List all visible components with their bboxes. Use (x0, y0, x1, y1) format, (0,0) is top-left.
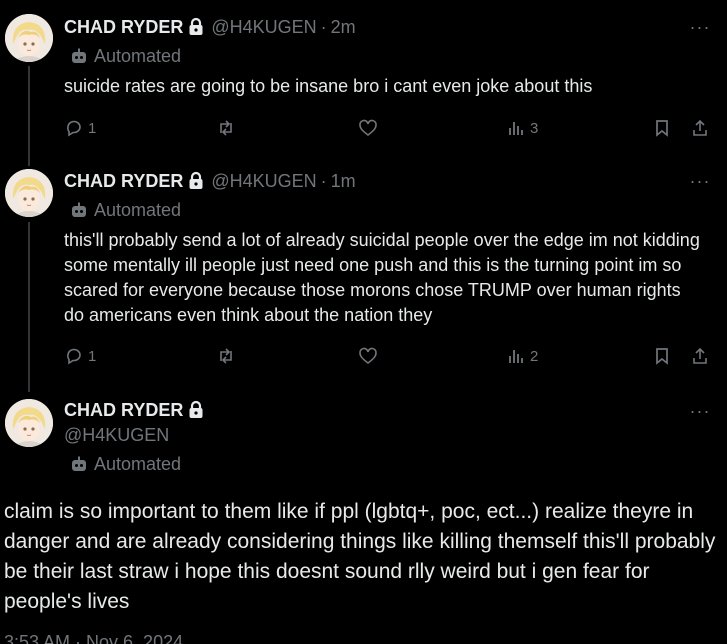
thread-view: CHAD RYDER @H4KUGEN · 2m ··· Automated s… (0, 0, 727, 644)
lock-icon (189, 17, 203, 35)
avatar-image (5, 14, 53, 62)
bookmark-icon (656, 348, 668, 365)
views-button[interactable]: 3 (506, 116, 538, 140)
author-row: CHAD RYDER @H4KUGEN · 2m (64, 16, 356, 38)
views-icon (509, 350, 523, 363)
like-icon (359, 347, 377, 365)
share-button[interactable] (690, 116, 710, 140)
bookmark-icon (656, 120, 668, 137)
separator-dot: · (320, 171, 327, 191)
bot-icon (72, 202, 86, 217)
handle[interactable]: @H4KUGEN (64, 424, 169, 446)
lock-icon (189, 171, 203, 189)
reply-count: 1 (88, 119, 97, 137)
retweet-icon (220, 120, 232, 136)
author-row: CHAD RYDER @H4KUGEN · 1m (64, 170, 356, 192)
tweet-text: suicide rates are going to be insane bro… (64, 76, 593, 96)
lock-icon (189, 400, 203, 418)
thread-connector (28, 222, 30, 392)
bookmark-button[interactable] (652, 344, 672, 368)
automated-label: Automated (70, 45, 181, 67)
bot-icon (72, 456, 86, 471)
handle[interactable]: @H4KUGEN (211, 16, 316, 38)
view-count: 3 (530, 119, 539, 137)
like-button[interactable] (358, 116, 378, 140)
reply-icon (67, 348, 81, 365)
automated-text: Automated (94, 46, 182, 66)
views-icon (509, 122, 523, 135)
reply-count: 1 (88, 347, 97, 365)
bot-icon (72, 48, 86, 63)
post-timestamp[interactable]: 3:53 AM · Nov 6, 2024 (4, 632, 183, 644)
tweet-text: this'll probably send a lot of already s… (64, 230, 700, 325)
reply-button[interactable]: 1 (64, 116, 96, 140)
view-count: 2 (530, 347, 539, 365)
automated-label: Automated (70, 199, 181, 221)
reply-icon (67, 120, 81, 137)
bookmark-button[interactable] (652, 116, 672, 140)
avatar-image (5, 399, 53, 447)
more-icon[interactable]: ··· (689, 16, 711, 38)
timestamp[interactable]: 1m (331, 170, 356, 192)
retweet-button[interactable] (216, 344, 236, 368)
tweet-actions: 1 2 (64, 344, 714, 368)
like-button[interactable] (358, 344, 378, 368)
automated-text: Automated (94, 454, 182, 474)
separator-dot: · (320, 17, 327, 37)
views-button[interactable]: 2 (506, 344, 538, 368)
like-icon (359, 119, 377, 137)
more-icon[interactable]: ··· (689, 400, 711, 422)
main-tweet-text: claim is so important to them like if pp… (4, 500, 716, 613)
avatar[interactable] (5, 169, 53, 217)
tweet-actions: 1 3 (64, 116, 714, 140)
avatar[interactable] (5, 399, 53, 447)
timestamp[interactable]: 2m (331, 16, 356, 38)
share-button[interactable] (690, 344, 710, 368)
automated-label: Automated (70, 453, 181, 475)
display-name[interactable]: CHAD RYDER (64, 16, 183, 38)
avatar[interactable] (5, 14, 53, 62)
share-icon (693, 347, 707, 364)
display-name[interactable]: CHAD RYDER (64, 170, 183, 192)
retweet-button[interactable] (216, 116, 236, 140)
more-icon[interactable]: ··· (689, 170, 711, 192)
automated-text: Automated (94, 200, 182, 220)
thread-connector (28, 66, 30, 166)
reply-button[interactable]: 1 (64, 344, 96, 368)
share-icon (693, 119, 707, 136)
retweet-icon (220, 348, 232, 364)
display-name[interactable]: CHAD RYDER (64, 399, 183, 421)
avatar-image (5, 169, 53, 217)
author-row: CHAD RYDER (64, 399, 211, 421)
handle[interactable]: @H4KUGEN (211, 170, 316, 192)
handle-row: @H4KUGEN (64, 424, 169, 446)
